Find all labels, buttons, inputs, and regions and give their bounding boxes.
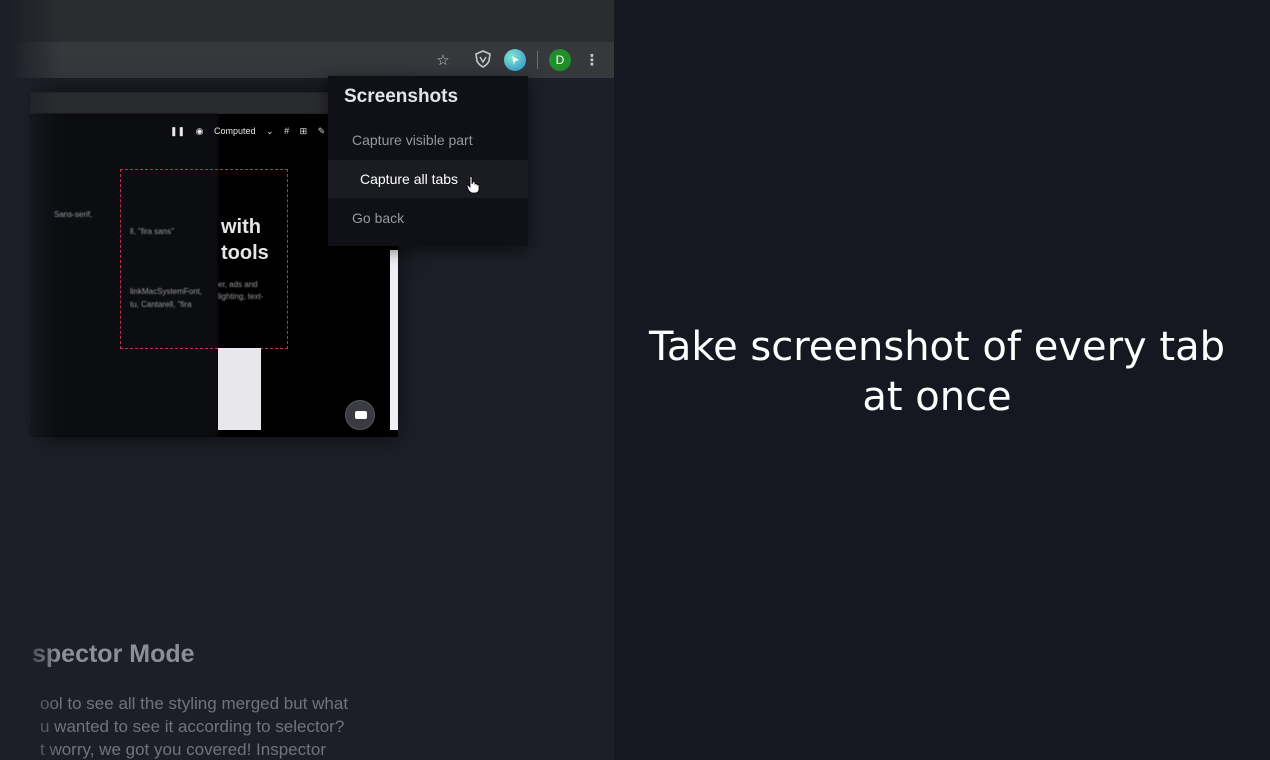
preview-white-card <box>218 348 261 430</box>
toolbar-divider <box>537 51 538 69</box>
capture-visible-part-item[interactable]: Capture visible part <box>328 121 528 159</box>
section-body-line: ool to see all the styling merged but wh… <box>40 694 349 713</box>
preview-code-line: linkMacSystemFont, <box>130 287 203 296</box>
pause-icon[interactable]: ❚❚ <box>170 126 185 136</box>
caption-line: at once <box>862 374 1012 420</box>
preview-scrollbar <box>390 250 398 430</box>
mode-select[interactable]: Computed <box>214 126 256 136</box>
section-body-line: t worry, we got you covered! Inspector <box>40 740 326 759</box>
section-body-line: u wanted to see it according to selector… <box>40 717 345 736</box>
preview-code-line: tu, Cantarell, "fira <box>130 300 192 309</box>
pencil-icon[interactable]: ✎ <box>318 126 326 136</box>
browser-toolbar: ☆ ⋮ <box>0 42 614 78</box>
preview-tool-row: ❚❚ ◉ Computed ⌄ # ⊞ ✎ <box>170 126 333 137</box>
preview-headline-word: with <box>221 216 261 238</box>
grid-icon[interactable]: # <box>284 126 289 136</box>
eye-icon[interactable]: ◉ <box>196 126 204 136</box>
preview-headline-word: tools <box>221 242 269 264</box>
screenshots-popup-menu: Screenshots Capture visible part Capture… <box>328 76 528 246</box>
caption-line: Take screenshot of every tab <box>649 324 1225 370</box>
preview-code-line: ll, "fira sans" <box>130 227 174 236</box>
chevron-down-icon[interactable]: ⌄ <box>266 126 274 136</box>
star-icon[interactable]: ☆ <box>433 50 453 70</box>
chat-icon[interactable] <box>345 400 375 430</box>
capture-all-tabs-item[interactable]: Capture all tabs <box>328 160 528 198</box>
preview-code-line: lighting, text- <box>218 292 264 301</box>
more-vert-icon[interactable]: ⋮ <box>582 50 602 70</box>
profile-avatar[interactable]: D <box>549 49 571 71</box>
section-body: ool to see all the styling merged but wh… <box>40 692 420 760</box>
shield-extension-icon[interactable] <box>473 50 493 70</box>
left-edge-fade <box>0 0 60 760</box>
feature-caption: Take screenshot of every tab at once <box>614 322 1260 422</box>
layout-icon[interactable]: ⊞ <box>300 126 308 136</box>
popup-title: Screenshots <box>344 86 459 107</box>
browser-tab-strip <box>0 0 614 42</box>
screenshot-extension-icon[interactable] <box>504 49 526 71</box>
hand-cursor-icon <box>466 176 480 194</box>
preview-code-line: er, ads and <box>218 280 258 289</box>
go-back-item[interactable]: Go back <box>328 199 528 237</box>
